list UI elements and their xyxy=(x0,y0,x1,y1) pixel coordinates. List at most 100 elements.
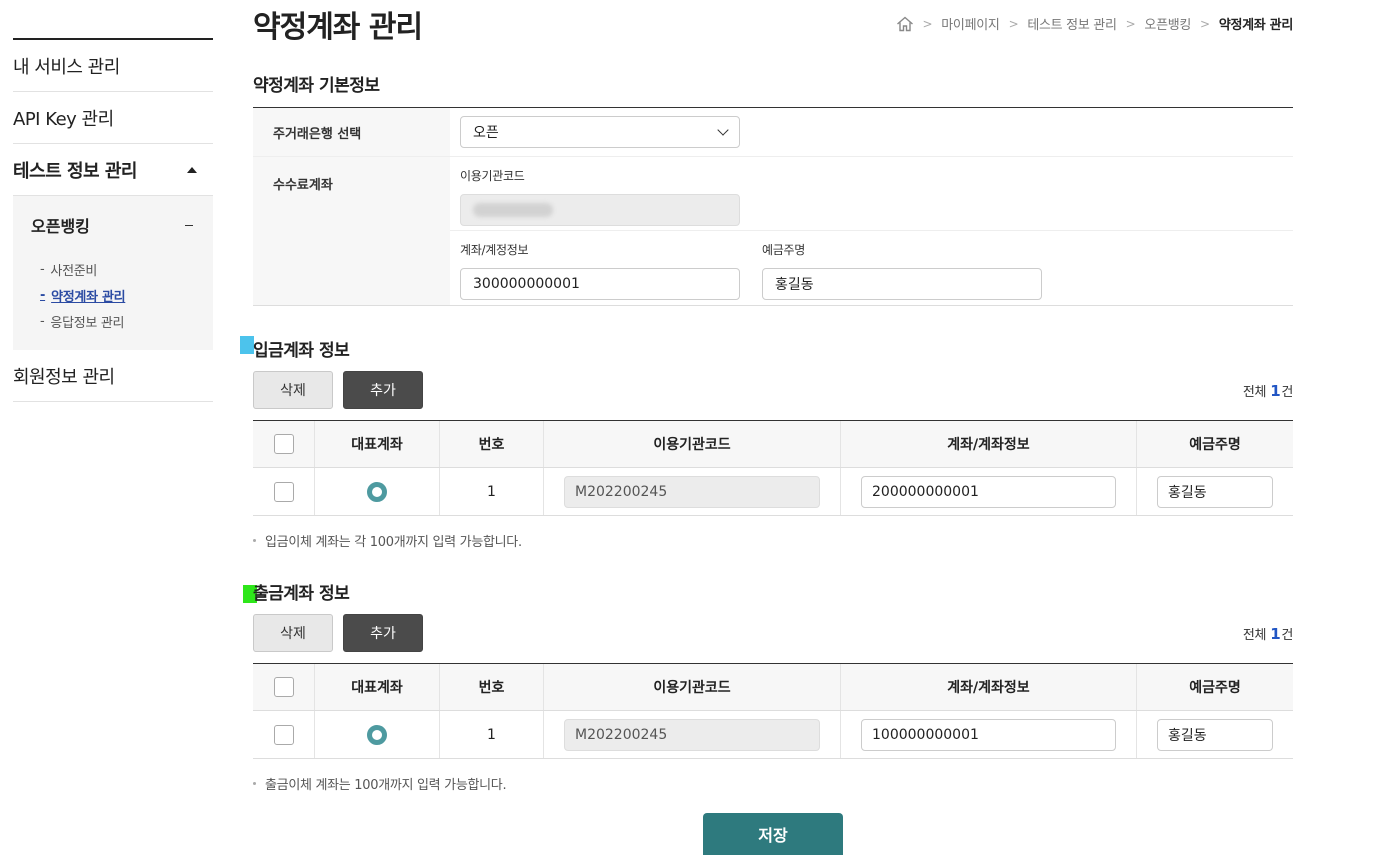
column-header: 번호 xyxy=(440,664,544,710)
breadcrumb-item[interactable]: 마이페이지 xyxy=(941,14,1000,33)
primary-account-radio[interactable] xyxy=(367,481,387,502)
withdraw-section-title: 출금계좌 정보 xyxy=(253,584,350,604)
count-number: 1 xyxy=(1270,625,1281,643)
count-prefix: 전체 xyxy=(1242,385,1267,400)
account-input[interactable]: 100000000001 xyxy=(861,718,1116,751)
dash-icon: - xyxy=(40,313,45,329)
sidebar-subgroup-label: 오픈뱅킹 xyxy=(31,217,90,236)
dash-icon: - xyxy=(40,261,45,277)
sidebar-item-label: 내 서비스 관리 xyxy=(13,56,120,78)
redacted-value xyxy=(473,203,553,217)
note-text: 입금이체 계좌는 각 100개까지 입력 가능합니다. xyxy=(265,535,522,550)
bank-select-value: 오픈 xyxy=(473,125,499,141)
fee-account-row: 수수료계좌 이용기관코드 계좌/계정정보 300000000001 예금주명 홍… xyxy=(253,157,1293,305)
breadcrumb: > 마이페이지 > 테스트 정보 관리 > 오픈뱅킹 > 약정계좌 관리 xyxy=(896,14,1293,33)
table-row: 1 M202200245 100000000001 홍길동 xyxy=(253,711,1293,759)
section-marker xyxy=(240,336,254,354)
column-header: 이용기관코드 xyxy=(544,421,841,467)
account-input[interactable]: 200000000001 xyxy=(861,475,1116,508)
row-number: 1 xyxy=(440,468,544,515)
basic-info-table: 주거래은행 선택 오픈 수수료계좌 이용기관코드 계좌/계정정보 3000000… xyxy=(253,107,1293,306)
bank-row: 주거래은행 선택 오픈 xyxy=(253,108,1293,157)
column-header: 대표계좌 xyxy=(315,664,440,710)
select-all-checkbox[interactable] xyxy=(273,677,294,697)
count-suffix: 건 xyxy=(1281,628,1293,643)
holder-value: 홍길동 xyxy=(775,277,814,293)
withdraw-note: 출금이체 계좌는 100개까지 입력 가능합니다. xyxy=(253,774,507,793)
column-header: 계좌/계좌정보 xyxy=(841,664,1137,710)
sidebar-item-my-services[interactable]: 내 서비스 관리 xyxy=(13,40,213,92)
deposit-add-button[interactable]: 추가 xyxy=(343,371,423,409)
org-code-value: M202200245 xyxy=(575,483,668,500)
row-checkbox[interactable] xyxy=(273,481,294,502)
holder-input[interactable]: 홍길동 xyxy=(1157,475,1273,508)
sidebar-subitem-contract-accounts[interactable]: - 약정계좌 관리 xyxy=(40,282,213,308)
sidebar-item-member-info[interactable]: 회원정보 관리 xyxy=(13,350,213,402)
holder-input[interactable]: 홍길동 xyxy=(762,268,1042,300)
holder-input[interactable]: 홍길동 xyxy=(1157,718,1273,751)
sidebar-subgroup-openbanking[interactable]: 오픈뱅킹 xyxy=(13,210,213,240)
fee-account-input[interactable]: 300000000001 xyxy=(460,268,740,300)
save-button[interactable]: 저장 xyxy=(703,813,843,855)
sidebar-item-label: 테스트 정보 관리 xyxy=(13,160,137,182)
sidebar-item-test-info[interactable]: 테스트 정보 관리 xyxy=(13,144,213,196)
breadcrumb-item[interactable]: 테스트 정보 관리 xyxy=(1027,14,1117,33)
dash-icon: - xyxy=(40,287,46,303)
sidebar-subitem-label: 약정계좌 관리 xyxy=(51,289,126,305)
sidebar-subitem-label: 응답정보 관리 xyxy=(50,315,125,331)
column-header: 번호 xyxy=(440,421,544,467)
sidebar-subitem-label: 사전준비 xyxy=(50,263,98,279)
withdraw-add-button[interactable]: 추가 xyxy=(343,614,423,652)
count-number: 1 xyxy=(1270,382,1281,400)
note-text: 출금이체 계좌는 100개까지 입력 가능합니다. xyxy=(265,778,507,793)
fee-account-label: 수수료계좌 xyxy=(253,157,450,305)
sidebar: 내 서비스 관리 API Key 관리 테스트 정보 관리 오픈뱅킹 - 사전준비… xyxy=(13,38,213,402)
sidebar-subitem-preparation[interactable]: - 사전준비 xyxy=(40,256,213,282)
sidebar-item-label: 회원정보 관리 xyxy=(13,366,115,388)
deposit-total-count: 전체 1건 xyxy=(1243,381,1293,400)
row-checkbox[interactable] xyxy=(273,724,294,745)
basic-info-title: 약정계좌 기본정보 xyxy=(253,76,380,96)
fee-account-value: 300000000001 xyxy=(473,276,580,292)
account-info-label: 계좌/계정정보 xyxy=(460,243,529,257)
triangle-up-icon xyxy=(187,166,197,173)
page-title: 약정계좌 관리 xyxy=(253,10,423,45)
minus-icon xyxy=(185,224,193,226)
withdraw-total-count: 전체 1건 xyxy=(1243,624,1293,643)
sidebar-item-api-key[interactable]: API Key 관리 xyxy=(13,92,213,144)
deposit-note: 입금이체 계좌는 각 100개까지 입력 가능합니다. xyxy=(253,531,522,550)
sidebar-subitem-response-info[interactable]: - 응답정보 관리 xyxy=(40,308,213,334)
select-all-checkbox[interactable] xyxy=(273,434,294,454)
count-suffix: 건 xyxy=(1281,385,1293,400)
holder-value: 홍길동 xyxy=(1168,727,1207,744)
primary-account-radio[interactable] xyxy=(367,724,387,745)
sidebar-submenu: 오픈뱅킹 - 사전준비 - 약정계좌 관리 - 응답정보 관리 xyxy=(13,196,213,350)
bank-select[interactable]: 오픈 xyxy=(460,116,740,148)
deposit-table: 대표계좌 번호 이용기관코드 계좌/계좌정보 예금주명 1 M202200245… xyxy=(253,420,1293,516)
column-header: 이용기관코드 xyxy=(544,664,841,710)
bullet-icon xyxy=(253,782,256,785)
bank-label: 주거래은행 선택 xyxy=(253,108,450,156)
account-value: 100000000001 xyxy=(872,726,979,743)
breadcrumb-current: 약정계좌 관리 xyxy=(1218,18,1293,33)
org-code-label: 이용기관코드 xyxy=(460,169,525,183)
deposit-section-title: 입금계좌 정보 xyxy=(253,341,350,361)
deposit-delete-button[interactable]: 삭제 xyxy=(253,371,333,409)
chevron-right-icon: > xyxy=(922,16,933,31)
chevron-right-icon: > xyxy=(1125,16,1136,31)
holder-label: 예금주명 xyxy=(762,243,805,257)
holder-value: 홍길동 xyxy=(1168,484,1207,501)
column-header: 대표계좌 xyxy=(315,421,440,467)
chevron-down-icon xyxy=(717,124,729,136)
org-code-field xyxy=(460,194,740,226)
column-header: 예금주명 xyxy=(1189,680,1241,696)
breadcrumb-item[interactable]: 오픈뱅킹 xyxy=(1144,14,1191,33)
org-code-field: M202200245 xyxy=(564,718,820,751)
column-header: 예금주명 xyxy=(1189,437,1241,453)
chevron-right-icon: > xyxy=(1200,16,1210,31)
org-code-value: M202200245 xyxy=(575,726,668,743)
withdraw-delete-button[interactable]: 삭제 xyxy=(253,614,333,652)
sidebar-item-label: API Key 관리 xyxy=(13,108,114,130)
home-icon[interactable] xyxy=(896,16,914,32)
row-number: 1 xyxy=(440,711,544,758)
